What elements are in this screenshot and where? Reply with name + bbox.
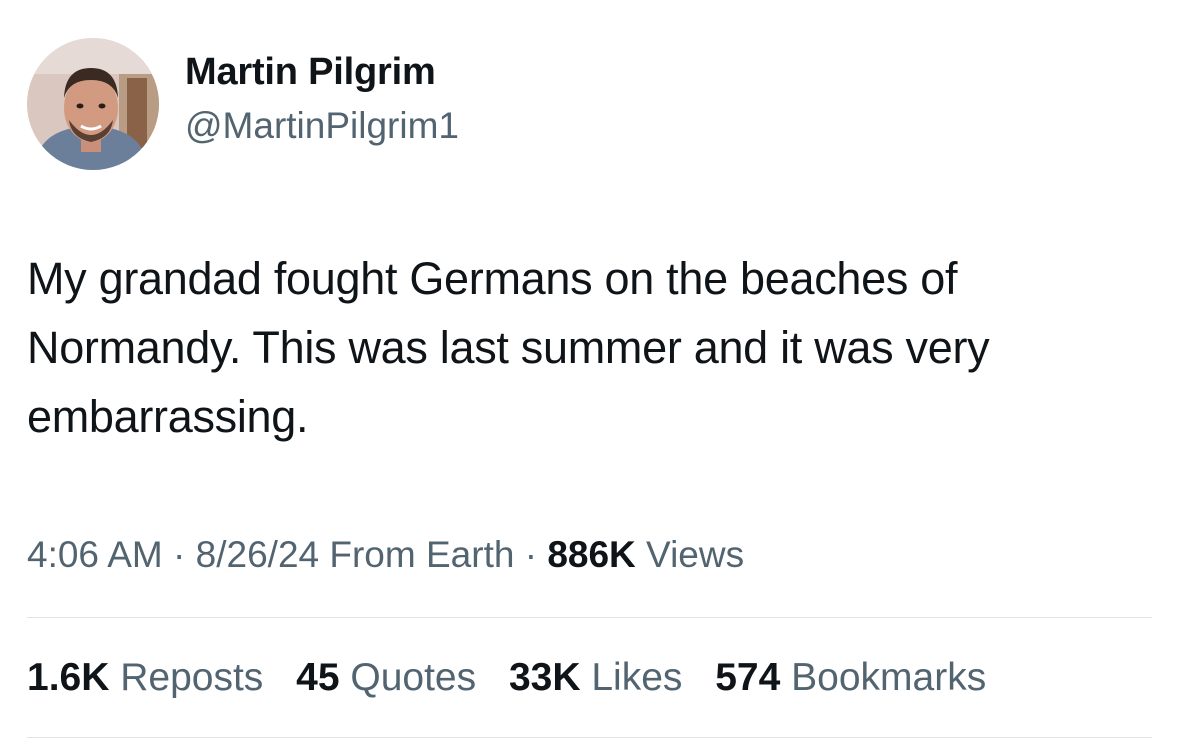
reposts-count: 1.6K — [27, 656, 110, 699]
likes-count: 33K — [508, 656, 581, 699]
divider — [27, 737, 1152, 738]
views-label[interactable]: Views — [636, 534, 744, 575]
tweet-date[interactable]: 8/26/24 — [196, 534, 319, 575]
meta-separator: · — [162, 534, 196, 575]
author-row: Martin Pilgrim @MartinPilgrim1 — [27, 38, 459, 170]
tweet-time[interactable]: 4:06 AM — [27, 534, 163, 575]
bookmarks-count: 574 — [715, 656, 781, 699]
meta-separator: · — [514, 534, 548, 575]
tweet-detail: Martin Pilgrim @MartinPilgrim1 My granda… — [0, 0, 1179, 748]
avatar-image — [27, 38, 159, 170]
views-count[interactable]: 886K — [547, 534, 635, 575]
tweet-source: From Earth — [319, 534, 515, 575]
reposts-stat[interactable]: 1.6K Reposts — [27, 653, 263, 703]
quotes-label: Quotes — [339, 656, 477, 699]
quotes-stat[interactable]: 45 Quotes — [296, 653, 476, 703]
tweet-text: My grandad fought Germans on the beaches… — [27, 253, 990, 442]
reposts-label: Reposts — [109, 656, 264, 699]
avatar[interactable] — [27, 38, 159, 170]
quotes-count: 45 — [296, 656, 340, 699]
bookmarks-label: Bookmarks — [780, 656, 987, 699]
display-name[interactable]: Martin Pilgrim — [185, 49, 459, 95]
bookmarks-stat[interactable]: 574 Bookmarks — [715, 653, 986, 703]
author-names: Martin Pilgrim @MartinPilgrim1 — [185, 49, 459, 149]
likes-stat[interactable]: 33K Likes — [509, 653, 682, 703]
tweet-meta: 4:06 AM · 8/26/24 From Earth · 886K View… — [27, 530, 744, 580]
engagement-stats: 1.6K Reposts 45 Quotes 33K Likes 574 Boo… — [27, 653, 1008, 703]
user-handle[interactable]: @MartinPilgrim1 — [185, 103, 459, 149]
likes-label: Likes — [580, 656, 683, 699]
divider — [27, 617, 1152, 618]
